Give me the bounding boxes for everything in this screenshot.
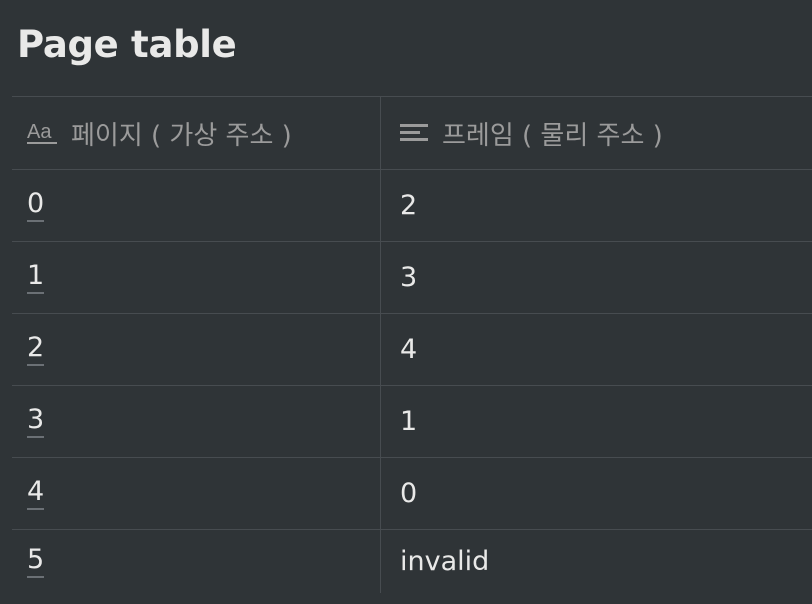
- frame-value: 3: [400, 262, 418, 293]
- frame-value: 0: [400, 478, 418, 509]
- page-cell[interactable]: 4: [12, 458, 381, 529]
- table-row[interactable]: 4 0: [12, 457, 812, 529]
- table-row[interactable]: 2 4: [12, 313, 812, 385]
- svg-text:Aa: Aa: [27, 121, 52, 143]
- page: Page table Aa 페이지 ( 가상 주소 ) 프레임 (물리 주소 …: [0, 0, 812, 604]
- page-cell[interactable]: 0: [12, 170, 381, 241]
- frame-cell[interactable]: 3: [381, 242, 812, 313]
- page-value: 3: [27, 405, 45, 438]
- page-value: 2: [27, 333, 45, 366]
- column-header-page[interactable]: Aa 페이지 ( 가상 주소 ): [12, 97, 381, 169]
- page-value: 0: [27, 189, 45, 222]
- title-property-icon: Aa: [27, 120, 59, 146]
- table-header-row: Aa 페이지 ( 가상 주소 ) 프레임 ( 물리 주소 ): [12, 96, 812, 169]
- page-table: Aa 페이지 ( 가상 주소 ) 프레임 ( 물리 주소 ) 0 2 1 3 2…: [12, 96, 812, 593]
- table-row[interactable]: 1 3: [12, 241, 812, 313]
- frame-value: 4: [400, 334, 418, 365]
- page-cell[interactable]: 1: [12, 242, 381, 313]
- column-header-page-label: 페이지 ( 가상 주소 ): [71, 120, 292, 151]
- column-header-frame-label: 프레임 ( 물리 주소 ): [442, 120, 663, 151]
- frame-value: invalid: [400, 546, 490, 577]
- page-value: 1: [27, 261, 45, 294]
- page-title[interactable]: Page table: [17, 25, 237, 65]
- page-cell[interactable]: 2: [12, 314, 381, 385]
- frame-cell[interactable]: invalid: [381, 530, 812, 593]
- frame-cell[interactable]: 4: [381, 314, 812, 385]
- table-row[interactable]: 3 1: [12, 385, 812, 457]
- frame-value: 2: [400, 190, 418, 221]
- column-header-frame[interactable]: 프레임 ( 물리 주소 ): [381, 97, 812, 169]
- page-value: 4: [27, 477, 45, 510]
- frame-cell[interactable]: 0: [381, 458, 812, 529]
- frame-value: 1: [400, 406, 418, 437]
- frame-cell[interactable]: 1: [381, 386, 812, 457]
- table-row[interactable]: 0 2: [12, 169, 812, 241]
- page-cell[interactable]: 5: [12, 530, 381, 593]
- frame-cell[interactable]: 2: [381, 170, 812, 241]
- text-property-icon: [400, 122, 430, 144]
- page-cell[interactable]: 3: [12, 386, 381, 457]
- page-value: 5: [27, 545, 45, 578]
- table-row[interactable]: 5 invalid: [12, 529, 812, 593]
